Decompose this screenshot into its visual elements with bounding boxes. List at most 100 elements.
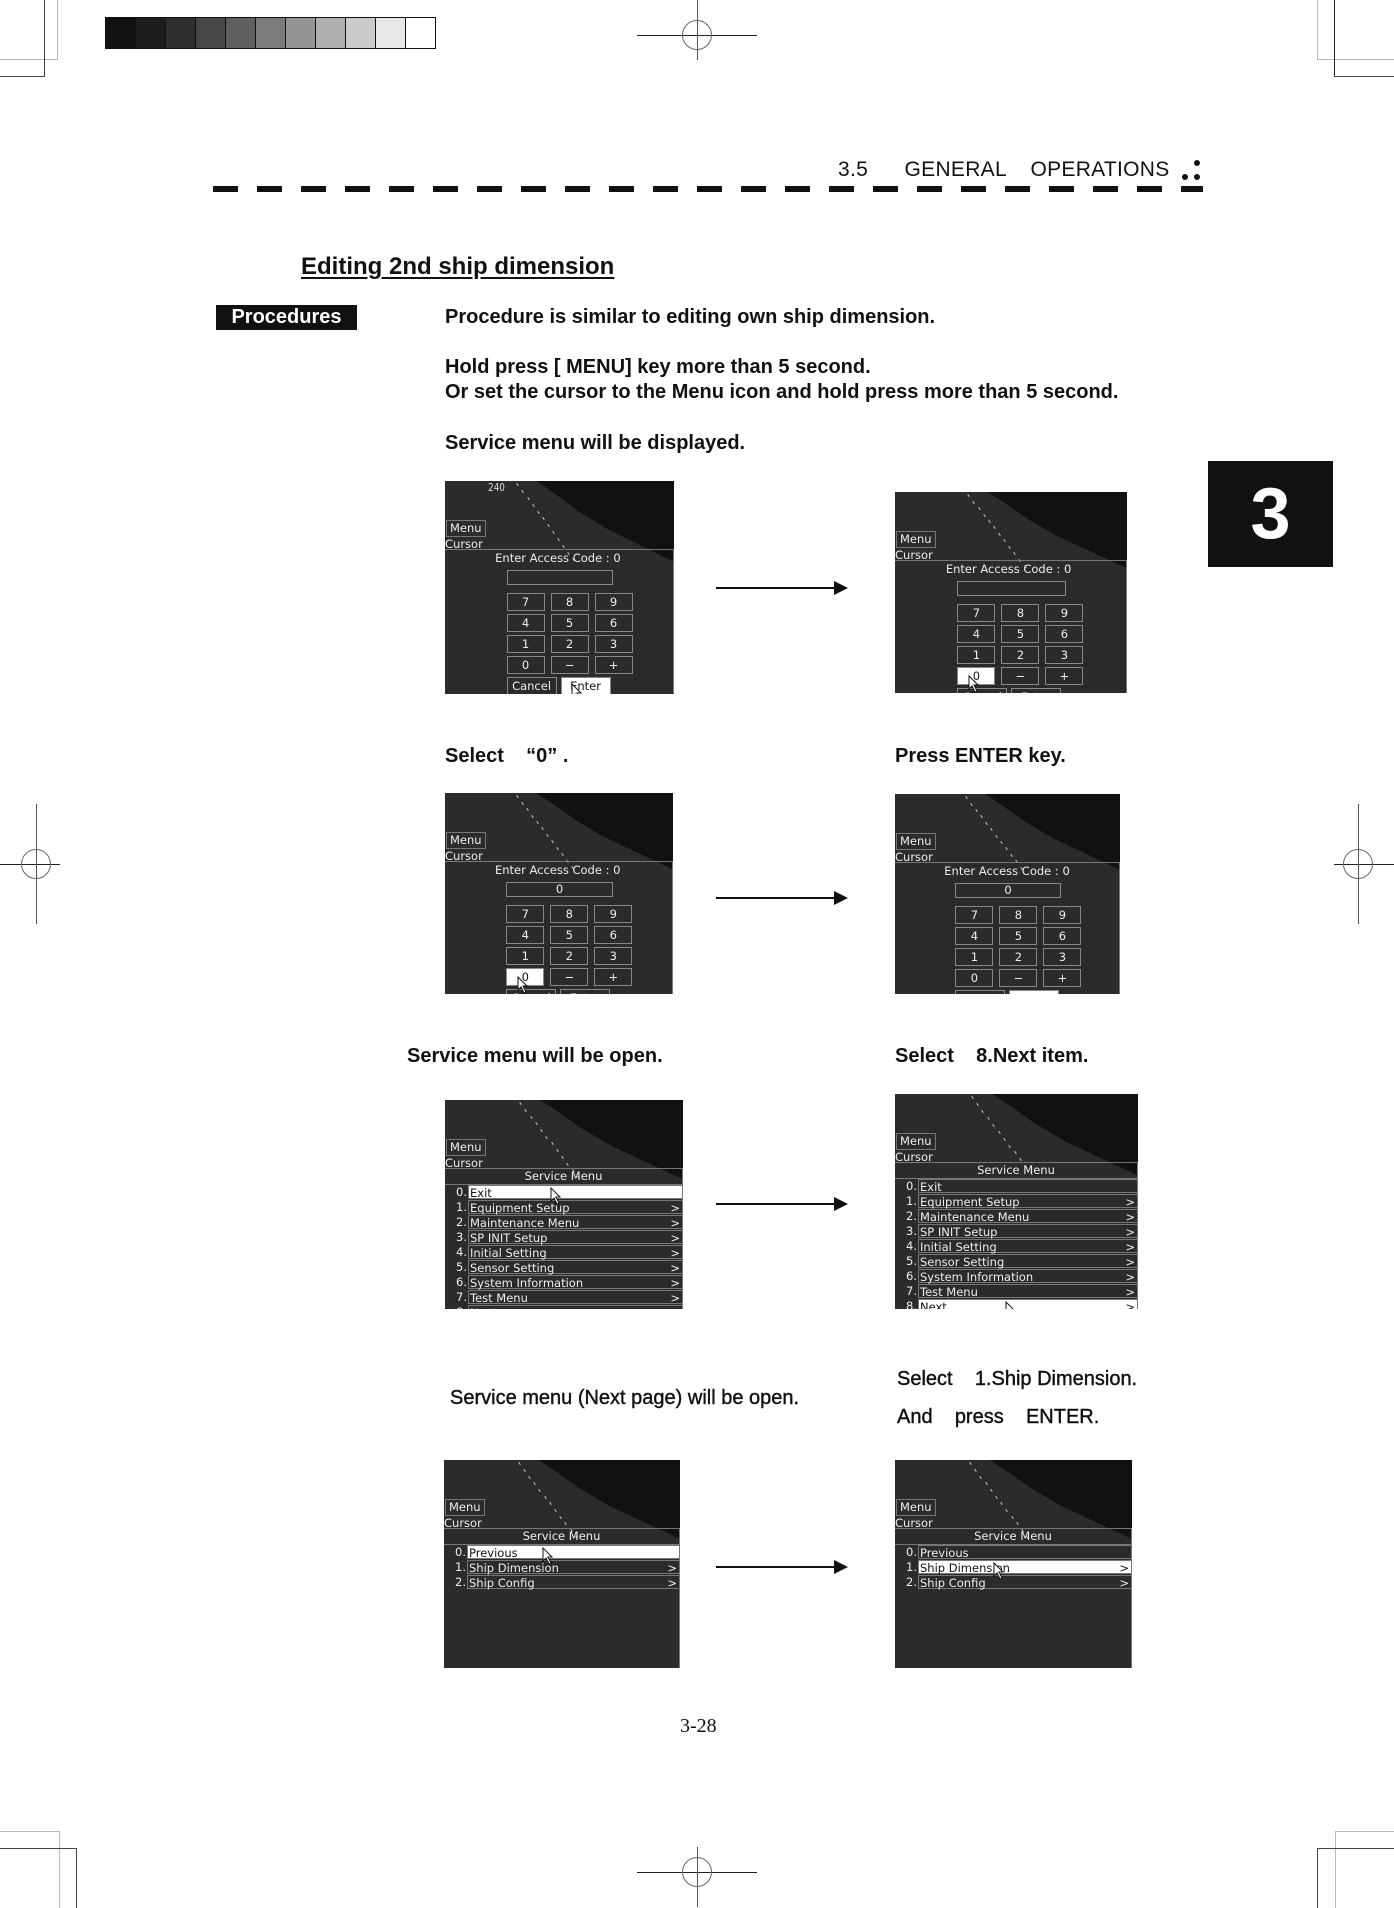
service-menu-item[interactable]: 7. Test Menu > xyxy=(895,1284,1137,1299)
enter-button[interactable]: Enter xyxy=(1011,688,1062,693)
menu-item-label[interactable]: SP INIT Setup > xyxy=(918,1224,1137,1239)
menu-item-label[interactable]: Ship Dimension > xyxy=(918,1560,1131,1575)
key-+[interactable]: + xyxy=(1045,667,1084,685)
key-2[interactable]: 2 xyxy=(550,635,589,653)
key-7[interactable]: 7 xyxy=(957,604,996,622)
service-menu-item[interactable]: 1. Equipment Setup > xyxy=(895,1194,1137,1209)
service-menu-item[interactable]: 1. Equipment Setup > xyxy=(445,1200,682,1215)
key-−[interactable]: − xyxy=(550,968,589,986)
cancel-button[interactable]: Cancel xyxy=(957,688,1008,693)
service-menu-item[interactable]: 4. Initial Setting > xyxy=(895,1239,1137,1254)
service-menu-item[interactable]: 2. Ship Config > xyxy=(444,1575,679,1590)
menu-button[interactable]: Menu xyxy=(445,1499,485,1516)
key-6[interactable]: 6 xyxy=(1045,625,1084,643)
key-8[interactable]: 8 xyxy=(550,905,589,923)
key-0[interactable]: 0 xyxy=(955,969,994,987)
menu-button[interactable]: Menu xyxy=(896,531,936,548)
menu-button[interactable]: Menu xyxy=(446,832,486,849)
service-menu-item[interactable]: 4. Initial Setting > xyxy=(445,1245,682,1260)
key-+[interactable]: + xyxy=(594,656,633,674)
key-2[interactable]: 2 xyxy=(550,947,589,965)
menu-item-label[interactable]: Maintenance Menu > xyxy=(918,1209,1137,1224)
service-menu-item[interactable]: 2. Maintenance Menu > xyxy=(895,1209,1137,1224)
service-menu-item[interactable]: 3. SP INIT Setup > xyxy=(445,1230,682,1245)
key-−[interactable]: − xyxy=(1001,667,1040,685)
access-code-input[interactable] xyxy=(506,570,614,585)
cancel-button[interactable]: Cancel xyxy=(506,677,557,694)
service-menu-item[interactable]: 2. Maintenance Menu > xyxy=(445,1215,682,1230)
menu-button[interactable]: Menu xyxy=(446,1139,486,1156)
key-9[interactable]: 9 xyxy=(594,905,633,923)
service-menu-item[interactable]: 1. Ship Dimension > xyxy=(895,1560,1131,1575)
key-2[interactable]: 2 xyxy=(999,948,1038,966)
service-menu-item[interactable]: 5. Sensor Setting > xyxy=(445,1260,682,1275)
key-6[interactable]: 6 xyxy=(594,926,633,944)
service-menu-item[interactable]: 0. Previous xyxy=(444,1545,679,1560)
key-7[interactable]: 7 xyxy=(506,593,545,611)
menu-item-label[interactable]: Sensor Setting > xyxy=(918,1254,1137,1269)
key-2[interactable]: 2 xyxy=(1001,646,1040,664)
service-menu-item[interactable]: 6. System Information > xyxy=(445,1275,682,1290)
service-menu-item[interactable]: 8.Next > xyxy=(445,1305,682,1309)
menu-item-label[interactable]: Exit xyxy=(918,1179,1137,1194)
cancel-button[interactable]: Cancel xyxy=(955,990,1006,994)
menu-item-label[interactable]: Previous xyxy=(467,1545,679,1560)
key-4[interactable]: 4 xyxy=(506,614,545,632)
enter-button[interactable]: Enter xyxy=(560,989,611,994)
key-9[interactable]: 9 xyxy=(594,593,633,611)
menu-item-label[interactable]: Previous xyxy=(918,1545,1131,1560)
key-0[interactable]: 0 xyxy=(506,656,545,674)
cancel-button[interactable]: Cancel xyxy=(506,989,557,994)
key-1[interactable]: 1 xyxy=(957,646,996,664)
menu-item-label[interactable]: Ship Dimension > xyxy=(467,1560,679,1575)
key-8[interactable]: 8 xyxy=(999,906,1038,924)
key-8[interactable]: 8 xyxy=(1001,604,1040,622)
key-4[interactable]: 4 xyxy=(957,625,996,643)
menu-item-label[interactable]: System Information > xyxy=(468,1275,682,1290)
menu-item-label[interactable]: Ship Config > xyxy=(918,1575,1131,1590)
key-9[interactable]: 9 xyxy=(1043,906,1082,924)
key-5[interactable]: 5 xyxy=(550,614,589,632)
key-5[interactable]: 5 xyxy=(550,926,589,944)
access-code-input[interactable]: 0 xyxy=(506,882,613,897)
key-4[interactable]: 4 xyxy=(955,927,994,945)
service-menu-item[interactable]: 7. Test Menu > xyxy=(445,1290,682,1305)
key-1[interactable]: 1 xyxy=(506,947,545,965)
key-3[interactable]: 3 xyxy=(594,947,633,965)
menu-item-label[interactable]: Initial Setting > xyxy=(918,1239,1137,1254)
key-7[interactable]: 7 xyxy=(506,905,545,923)
key-1[interactable]: 1 xyxy=(506,635,545,653)
menu-item-label[interactable]: Next > xyxy=(918,1299,1137,1309)
key-7[interactable]: 7 xyxy=(955,906,994,924)
key-6[interactable]: 6 xyxy=(594,614,633,632)
key-4[interactable]: 4 xyxy=(506,926,545,944)
service-menu-item[interactable]: 1. Ship Dimension > xyxy=(444,1560,679,1575)
key-6[interactable]: 6 xyxy=(1043,927,1082,945)
key-3[interactable]: 3 xyxy=(1043,948,1082,966)
menu-item-label[interactable]: Test Menu > xyxy=(918,1284,1137,1299)
service-menu-item[interactable]: 5. Sensor Setting > xyxy=(895,1254,1137,1269)
service-menu-item[interactable]: 6. System Information > xyxy=(895,1269,1137,1284)
enter-button[interactable]: Enter xyxy=(560,677,611,694)
menu-button[interactable]: Menu xyxy=(896,1499,936,1516)
menu-button[interactable]: Menu xyxy=(896,833,936,850)
menu-button[interactable]: Menu xyxy=(446,520,486,537)
service-menu-item[interactable]: 0. Previous xyxy=(895,1545,1131,1560)
key-1[interactable]: 1 xyxy=(955,948,994,966)
key-5[interactable]: 5 xyxy=(999,927,1038,945)
key-5[interactable]: 5 xyxy=(1001,625,1040,643)
service-menu-item[interactable]: 0. Exit xyxy=(895,1179,1137,1194)
menu-item-label[interactable]: System Information > xyxy=(918,1269,1137,1284)
menu-item-label[interactable]: Exit xyxy=(468,1185,682,1200)
key-+[interactable]: + xyxy=(594,968,633,986)
key-9[interactable]: 9 xyxy=(1045,604,1084,622)
service-menu-item[interactable]: 2. Ship Config > xyxy=(895,1575,1131,1590)
enter-button[interactable]: Enter xyxy=(1009,990,1060,994)
menu-item-label[interactable]: Ship Config > xyxy=(467,1575,679,1590)
access-code-input[interactable] xyxy=(957,581,1066,596)
menu-item-label[interactable]: Test Menu > xyxy=(468,1290,682,1305)
key-−[interactable]: − xyxy=(550,656,589,674)
menu-item-label[interactable]: Next > xyxy=(468,1305,682,1309)
menu-item-label[interactable]: SP INIT Setup > xyxy=(468,1230,682,1245)
menu-item-label[interactable]: Equipment Setup > xyxy=(468,1200,682,1215)
